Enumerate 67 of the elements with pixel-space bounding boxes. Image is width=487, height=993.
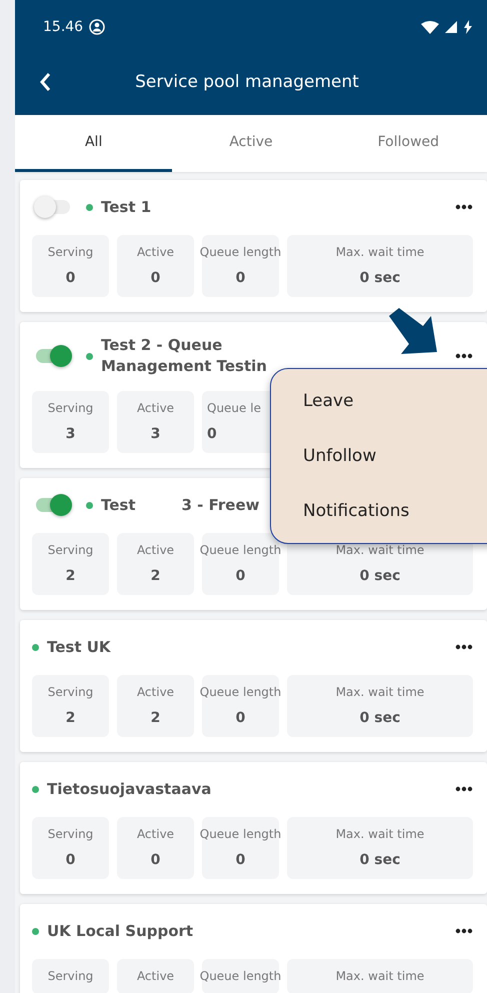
stat-label: Active [136, 969, 174, 983]
stat-label: Serving [48, 685, 94, 699]
stat-label: Max. wait time [336, 969, 424, 983]
stat-value: 0 [150, 270, 160, 286]
pool-name: Test [101, 494, 136, 516]
pool-name: 3 - Freew [182, 496, 260, 514]
stat-value: 0 [66, 852, 76, 868]
screen-title: Service pool management [134, 72, 360, 92]
pool-name: UK Local Support [47, 920, 194, 942]
more-icon[interactable] [455, 644, 473, 650]
menu-item[interactable]: Leave [303, 390, 487, 411]
stat-value: 0 sec [360, 852, 400, 868]
more-icon[interactable] [455, 928, 473, 934]
stat-label: Queue length [200, 827, 282, 841]
status-time: 15.46 [43, 19, 84, 35]
stat-value: 0 sec [360, 710, 400, 726]
stat-label: Serving [48, 401, 94, 415]
stat-value: 3 [150, 426, 160, 442]
stat-label: Queue length [200, 685, 282, 699]
pool-name: Test 2 - Queue Management Testin [101, 335, 268, 377]
stat-label: Active [136, 543, 174, 557]
stat-value: 0 [236, 568, 246, 584]
stat-label: Queue length [200, 245, 282, 259]
menu-item[interactable]: Unfollow [303, 446, 487, 466]
stat-label: Queue le [207, 401, 261, 415]
stat-label: Max. wait time [336, 827, 424, 841]
stat-value: 0 [66, 270, 76, 286]
account-icon [89, 19, 106, 35]
pool-name: Test UK [47, 636, 111, 658]
wifi-icon [421, 20, 439, 34]
stat-label: Active [136, 827, 174, 841]
stat-value: 2 [66, 568, 76, 584]
menu-item[interactable]: Notifications [303, 501, 487, 522]
signal-icon [445, 21, 457, 33]
pool-name: Tietosuojavastaava [47, 778, 212, 800]
stat-label: Serving [48, 969, 94, 983]
stat-value: 0 [236, 852, 246, 868]
tab[interactable]: All [15, 115, 172, 172]
stat-value: 2 [150, 568, 160, 584]
more-icon[interactable] [455, 353, 473, 359]
pool-name: Test 1 [101, 196, 152, 218]
stat-value: 0 [207, 426, 217, 442]
stat-label: Active [136, 685, 174, 699]
stat-label: Serving [48, 245, 94, 259]
stat-value: 0 sec [360, 270, 400, 286]
stat-label: Queue length [200, 969, 282, 983]
stat-value: 2 [150, 710, 160, 726]
stat-label: Active [136, 245, 174, 259]
tab[interactable]: Followed [330, 115, 487, 172]
back-icon[interactable] [39, 72, 51, 92]
stat-label: Serving [48, 827, 94, 841]
tab[interactable]: Active [172, 115, 330, 172]
stat-label: Serving [48, 543, 94, 557]
stat-value: 0 sec [360, 568, 400, 584]
bolt-icon [463, 20, 473, 34]
stat-value: 0 [236, 710, 246, 726]
stat-value: 0 [150, 852, 160, 868]
stat-value: 2 [66, 710, 76, 726]
stat-value: 3 [66, 426, 76, 442]
stat-label: Max. wait time [336, 685, 424, 699]
more-icon[interactable] [455, 204, 473, 210]
stat-label: Queue length [200, 543, 282, 557]
stat-label: Active [136, 401, 174, 415]
stat-label: Max. wait time [336, 245, 424, 259]
more-icon[interactable] [455, 786, 473, 792]
stat-value: 0 [236, 270, 246, 286]
stat-label: Max. wait time [336, 543, 424, 557]
